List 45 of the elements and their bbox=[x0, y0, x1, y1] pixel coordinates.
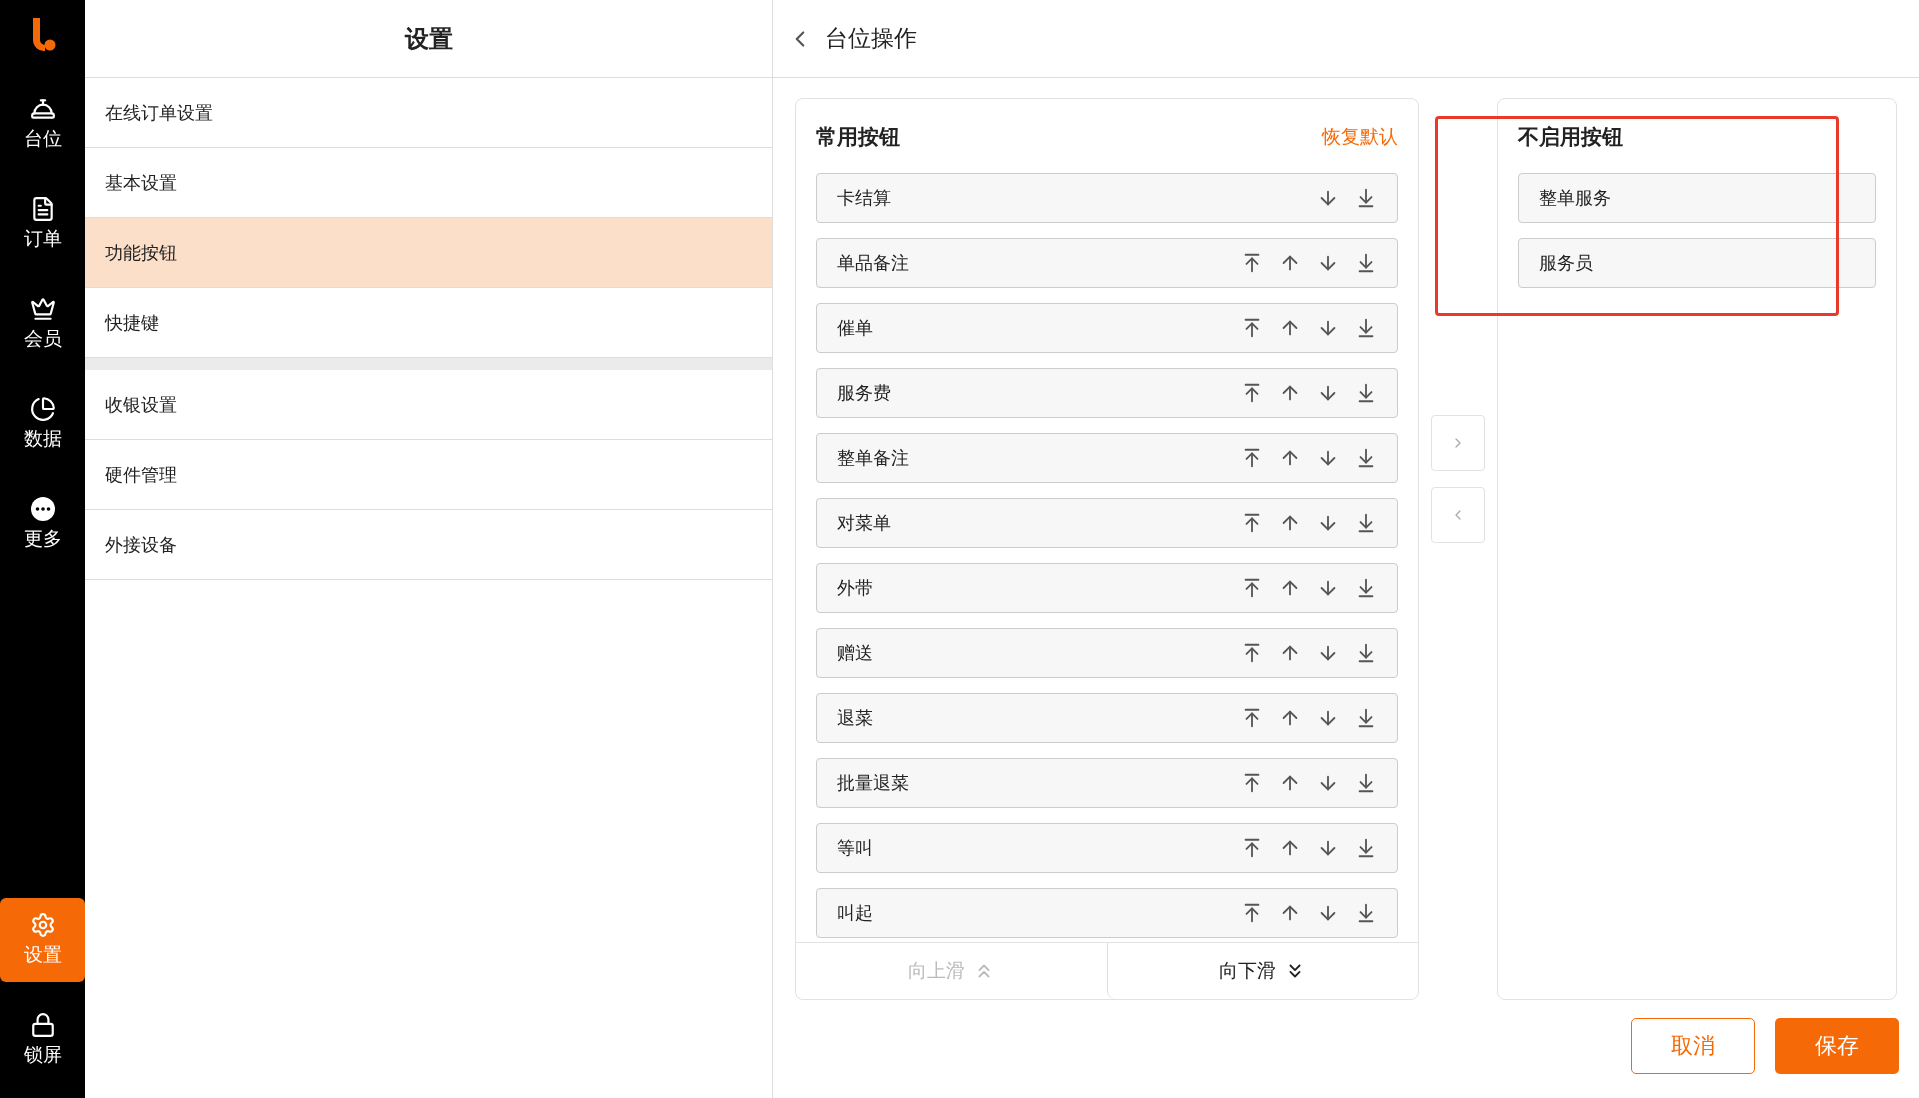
nav-icon bbox=[29, 396, 56, 422]
button-row[interactable]: 赠送 bbox=[816, 628, 1398, 678]
button-row[interactable]: 整单备注 bbox=[816, 433, 1398, 483]
button-row[interactable]: 批量退菜 bbox=[816, 758, 1398, 808]
nav-item[interactable]: 数据 bbox=[0, 382, 85, 466]
nav-item[interactable]: 订单 bbox=[0, 182, 85, 266]
row-label: 服务员 bbox=[1539, 251, 1594, 275]
row-label: 对菜单 bbox=[837, 511, 892, 535]
row-label: 催单 bbox=[837, 316, 874, 340]
button-row[interactable]: 催单 bbox=[816, 303, 1398, 353]
row-label: 卡结算 bbox=[837, 186, 892, 210]
row-label: 赠送 bbox=[837, 641, 874, 665]
nav-item[interactable]: 锁屏 bbox=[0, 998, 85, 1082]
scroll-down-button[interactable]: 向下滑 bbox=[1106, 943, 1418, 999]
nav-item[interactable]: 台位 bbox=[0, 82, 85, 166]
nav-icon bbox=[29, 496, 56, 522]
button-row[interactable]: 外带 bbox=[816, 563, 1398, 613]
settings-icon bbox=[29, 912, 56, 938]
button-row[interactable]: 服务费 bbox=[816, 368, 1398, 418]
row-label: 外带 bbox=[837, 576, 874, 600]
card-title: 不启用按钮 bbox=[1518, 124, 1623, 151]
button-row[interactable]: 叫起 bbox=[816, 888, 1398, 938]
row-label: 单品备注 bbox=[837, 251, 910, 275]
button-row[interactable]: 单品备注 bbox=[816, 238, 1398, 288]
page-title: 台位操作 bbox=[825, 24, 917, 53]
card-title: 常用按钮 bbox=[816, 124, 900, 151]
nav-icon bbox=[29, 296, 56, 322]
row-label: 整单服务 bbox=[1539, 186, 1612, 210]
row-label: 退菜 bbox=[837, 706, 874, 730]
settings-menu-item[interactable]: 功能按钮 bbox=[85, 218, 772, 288]
button-row[interactable]: 服务员 bbox=[1518, 238, 1876, 288]
button-row[interactable]: 退菜 bbox=[816, 693, 1398, 743]
button-row[interactable]: 对菜单 bbox=[816, 498, 1398, 548]
nav-item[interactable]: 更多 bbox=[0, 482, 85, 566]
button-row[interactable]: 卡结算 bbox=[816, 173, 1398, 223]
button-row[interactable]: 整单服务 bbox=[1518, 173, 1876, 223]
row-label: 服务费 bbox=[837, 381, 892, 405]
nav-icon bbox=[29, 96, 56, 122]
button-row[interactable]: 等叫 bbox=[816, 823, 1398, 873]
nav-item[interactable]: 会员 bbox=[0, 282, 85, 366]
row-label: 整单备注 bbox=[837, 446, 910, 470]
row-label: 等叫 bbox=[837, 836, 874, 860]
row-label: 叫起 bbox=[837, 901, 874, 925]
row-label: 批量退菜 bbox=[837, 771, 910, 795]
lock-icon bbox=[29, 1012, 56, 1038]
